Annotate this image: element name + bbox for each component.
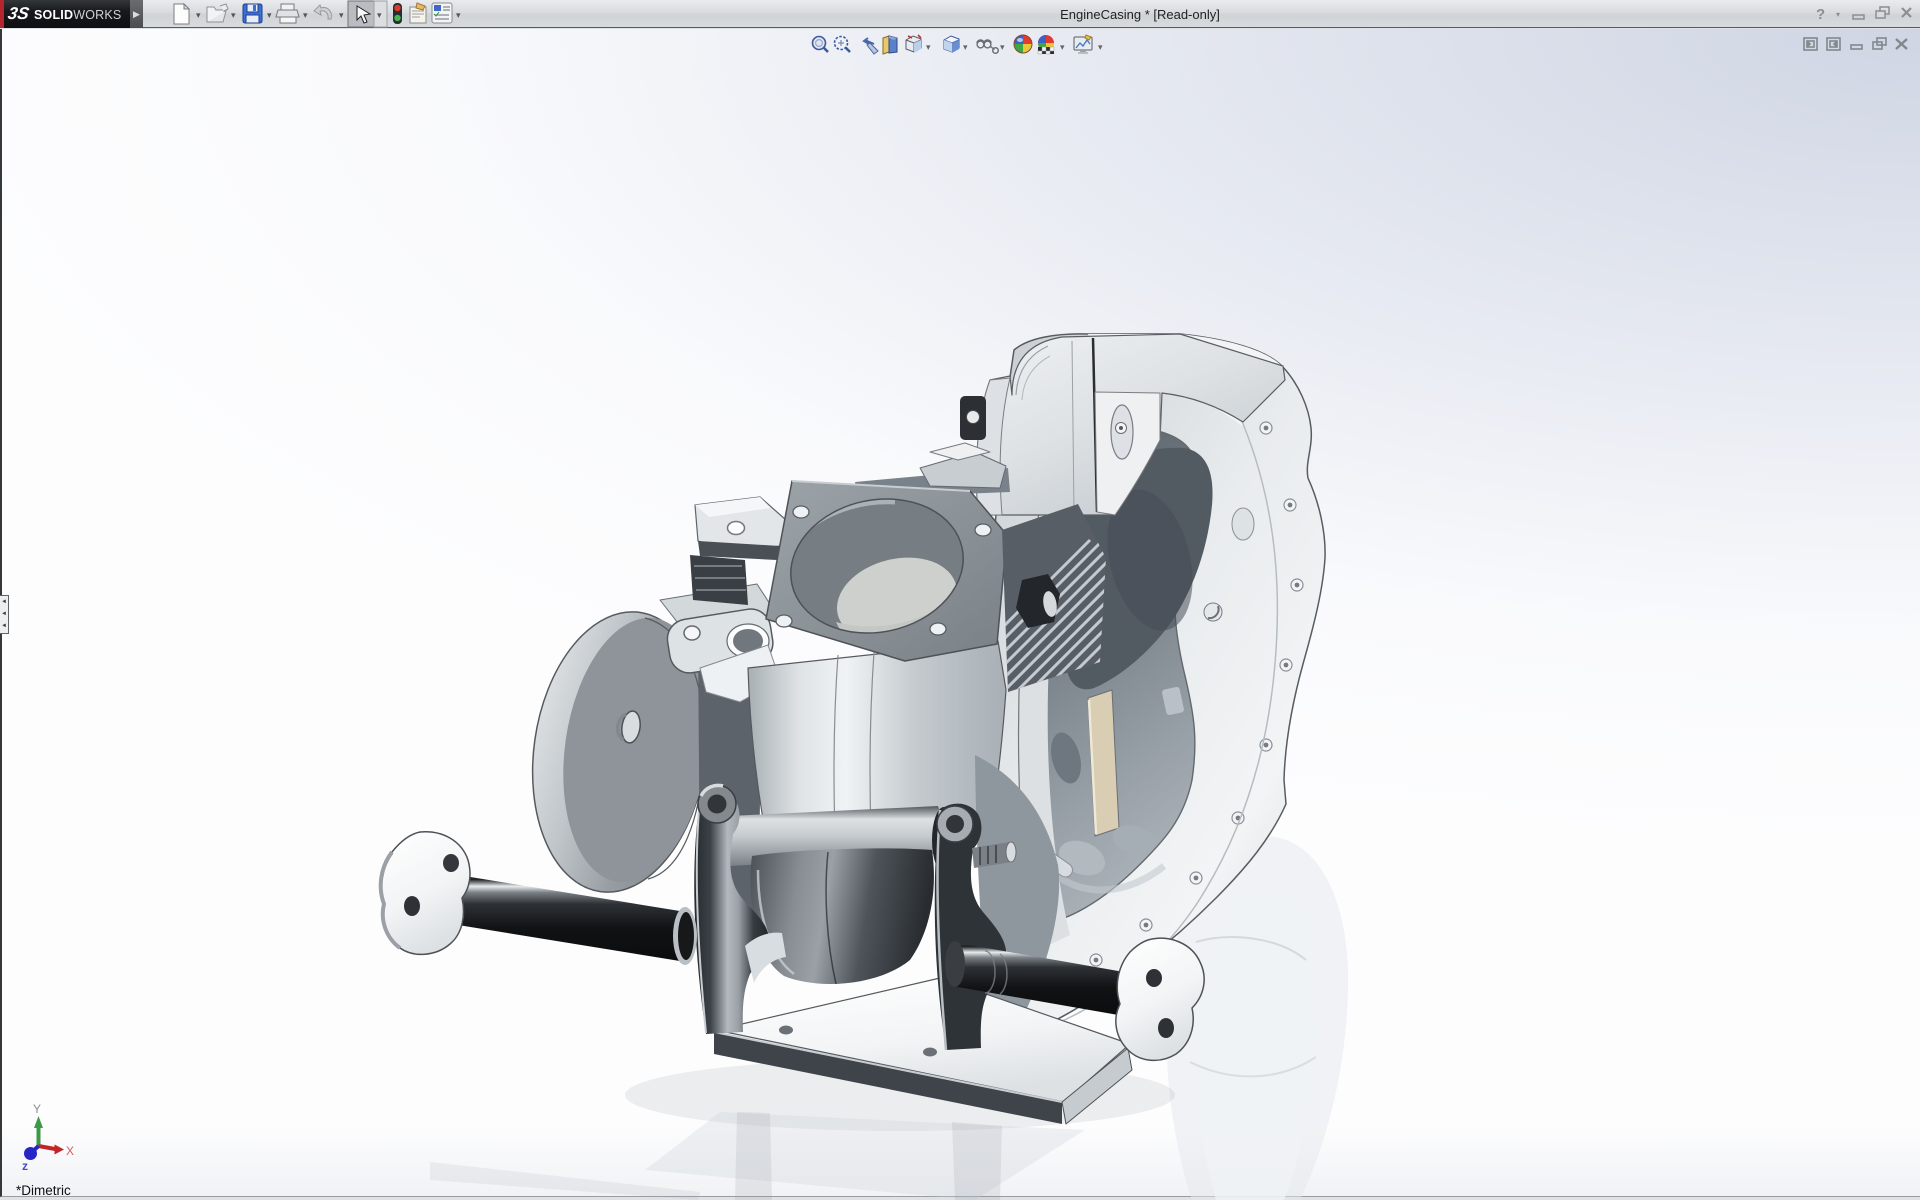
svg-text:▾: ▾ bbox=[1000, 42, 1005, 52]
svg-text:▾: ▾ bbox=[963, 42, 968, 52]
svg-text:▾: ▾ bbox=[926, 42, 931, 52]
svg-text:X: X bbox=[66, 1144, 74, 1158]
svg-text:z: z bbox=[22, 1159, 28, 1173]
svg-text:Y: Y bbox=[33, 1102, 41, 1116]
svg-text:*Dimetric: *Dimetric bbox=[16, 1183, 71, 1198]
svg-text:▾: ▾ bbox=[1098, 42, 1103, 52]
svg-text:▾: ▾ bbox=[1060, 42, 1065, 52]
